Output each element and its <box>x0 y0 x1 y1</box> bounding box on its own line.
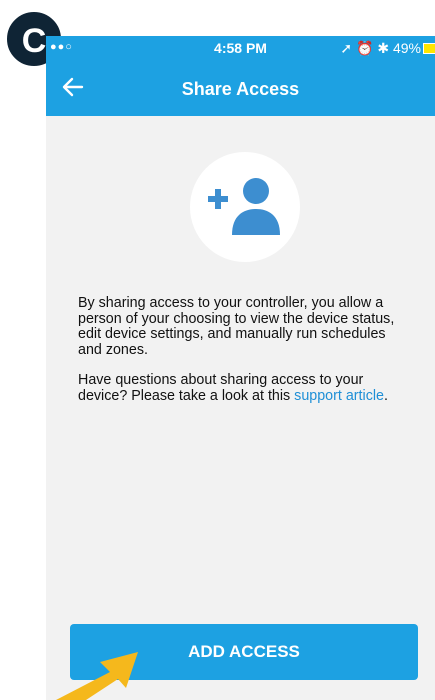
support-article-link[interactable]: support article <box>294 388 384 404</box>
description-paragraph: By sharing access to your controller, yo… <box>78 295 395 358</box>
page-title: Share Access <box>181 79 300 99</box>
add-person-icon <box>208 178 280 235</box>
status-indicators: ➚ ⏰ ✱ 49% <box>340 40 421 56</box>
nav-bar: Share Access <box>46 62 435 116</box>
share-access-description: By sharing access to your controller, yo… <box>78 295 408 419</box>
support-paragraph: Have questions about sharing access to y… <box>78 372 388 404</box>
status-bar: ●●○ 4:58 PM ➚ ⏰ ✱ 49% <box>46 36 435 62</box>
battery-icon <box>423 43 435 54</box>
annotation-pointer-arrow <box>56 652 138 700</box>
phone-screen: ●●○ 4:58 PM ➚ ⏰ ✱ 49% Share Access By sh… <box>46 36 435 700</box>
add-person-illustration <box>190 152 300 262</box>
